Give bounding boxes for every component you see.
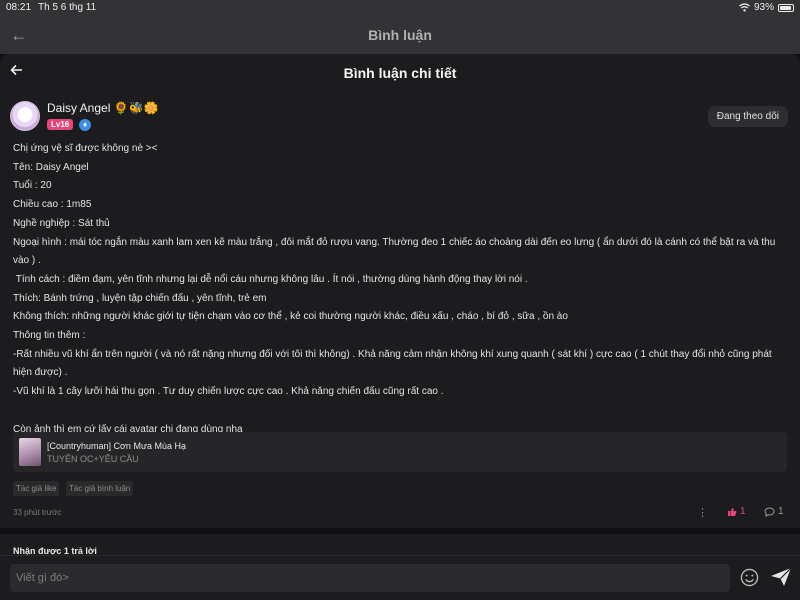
comment-text: Chị ứng vệ sĩ được không nè >< Tên: Daisy… [13, 140, 783, 439]
comment-detail-sheet: Bình luận chi tiết Daisy Angel 🌻🐝🌼 Lv16 … [0, 54, 800, 600]
tag-author-liked: Tác giả like [13, 481, 60, 496]
story-thumbnail [19, 438, 41, 466]
story-card[interactable]: [Countryhuman] Cơn Mưa Mùa Hạ TUYỂN OC+Y… [13, 432, 787, 472]
comment-line: Tuổi : 20 [13, 180, 52, 192]
comment-line: Tính cách : điềm đạm, yên tĩnh nhưng lại… [13, 273, 528, 285]
comment-line: Chiều cao : 1m85 [13, 199, 92, 211]
status-bar: 08:21 Th 5 6 thg 11 93% [0, 0, 800, 16]
like-count: 1 [740, 506, 746, 517]
battery-percent: 93% [753, 2, 774, 13]
battery-icon [778, 3, 794, 12]
status-time: 08:21 [6, 2, 32, 13]
story-title: [Countryhuman] Cơn Mưa Mùa Hạ [47, 441, 186, 451]
timestamp: 33 phút trước [13, 508, 62, 517]
following-button[interactable]: Đang theo dõi [707, 106, 788, 127]
sheet-header: Bình luận chi tiết [0, 54, 800, 92]
speech-bubble-icon [764, 506, 775, 517]
verified-icon: ♦ [79, 119, 91, 131]
thumbs-up-icon [728, 507, 737, 516]
background-title: Bình luận [368, 27, 432, 43]
username[interactable]: Daisy Angel 🌻🐝🌼 [47, 101, 159, 115]
comment-input[interactable] [10, 564, 730, 592]
background-header: ← Bình luận [0, 16, 800, 54]
send-icon[interactable] [770, 567, 792, 587]
avatar[interactable] [10, 101, 40, 131]
status-date: Th 5 6 thg 11 [38, 2, 97, 13]
reply-count: 1 [778, 506, 784, 517]
comment-line [13, 402, 783, 421]
like-button[interactable]: 1 [727, 506, 746, 517]
comment-input-bar [0, 555, 800, 600]
divider [0, 528, 800, 534]
comment-line: Tên: Daisy Angel [13, 161, 89, 173]
comment-line: Thông tin thêm : [13, 330, 86, 342]
page-title: Bình luận chi tiết [343, 65, 457, 81]
comment-line: Không thích: những người khác giới tự ti… [13, 311, 568, 323]
level-badge: Lv16 [47, 119, 74, 130]
status-right: 93% [739, 2, 794, 13]
comment-line: Chị ứng vệ sĩ được không nè >< [13, 143, 158, 154]
tag-author-commented: Tác giả bình luận [66, 481, 134, 496]
comment-line: Ngoại hình : mái tóc ngắn màu xanh lam x… [13, 236, 779, 267]
wifi-icon [739, 3, 750, 12]
comment-line: -Vũ khí là 1 cây lưỡi hái thu gọn . Tư d… [13, 386, 444, 398]
story-subtitle: TUYỂN OC+YÊU CẦU [47, 454, 139, 464]
emoji-icon[interactable] [740, 568, 759, 587]
reply-button[interactable]: 1 [764, 506, 784, 517]
comment-line: Thích: Bánh trứng , luyện tập chiến đấu … [13, 292, 267, 304]
comment-line: -Rất nhiều vũ khí ẩn trên người ( và nó … [13, 348, 775, 379]
more-options-icon[interactable]: ⋮ [697, 506, 708, 519]
comment-line: Nghề nghiệp : Sát thủ [13, 217, 110, 229]
